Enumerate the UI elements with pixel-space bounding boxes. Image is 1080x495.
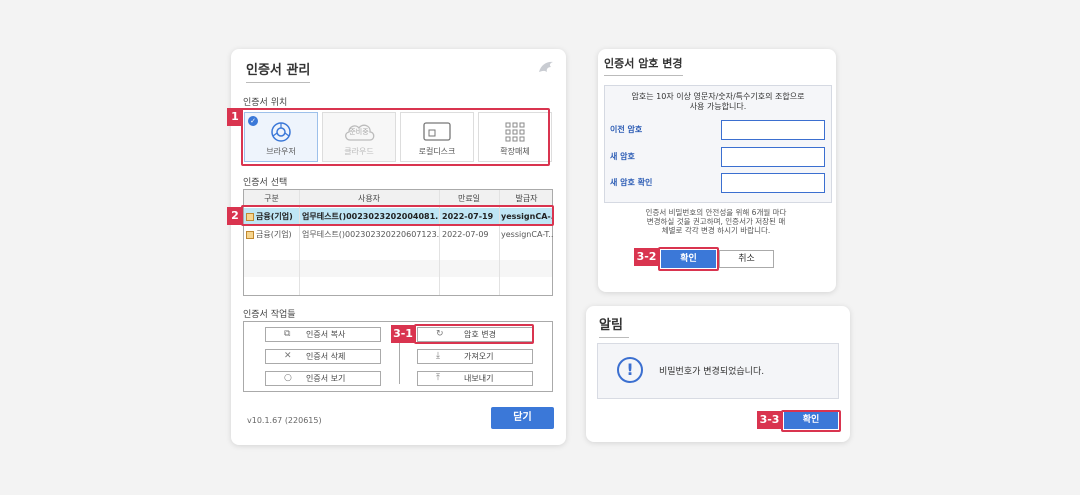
- col-type: 구분: [264, 194, 279, 203]
- download-icon: ⤓: [436, 351, 440, 361]
- highlight-box-3-2: [658, 247, 719, 271]
- col-user: 사용자: [357, 194, 381, 203]
- cert-manager-title: 인증서 관리: [246, 59, 311, 83]
- password-notice-text: 인증서 비밀번호의 안전성을 위해 6개월 마다 변경하실 것을 권고하며, 인…: [645, 208, 787, 235]
- tasks-label: 인증서 작업들: [243, 310, 296, 320]
- tasks-divider: [399, 340, 400, 384]
- upload-icon: ⤒: [436, 373, 440, 383]
- step-badge-1: 1: [227, 108, 243, 126]
- col-expiry: 만료일: [457, 194, 481, 203]
- password-rule-text: 암호는 10자 이상 영문자/숫자/특수기호의 조합으로 사용 가능합니다.: [631, 92, 805, 111]
- step-badge-3-3: 3-3: [757, 411, 782, 429]
- password-cancel-button[interactable]: 취소: [719, 250, 774, 268]
- new-password-label: 새 암호: [610, 152, 635, 161]
- row-user: 업무테스트()002302320220607123...: [302, 230, 439, 239]
- old-password-input[interactable]: [721, 120, 825, 140]
- dragon-logo-icon: [536, 58, 556, 76]
- row-expiry: 2022-07-09: [442, 230, 489, 239]
- row-type: 금융(기업): [246, 226, 299, 243]
- step-badge-3-1: 3-1: [391, 325, 415, 343]
- export-button[interactable]: ⤒ 내보내기: [417, 371, 533, 386]
- empty-row: [244, 260, 552, 277]
- new-password-input[interactable]: [721, 147, 825, 167]
- cert-icon: [246, 230, 254, 239]
- password-change-title: 인증서 암호 변경: [604, 55, 683, 76]
- close-button[interactable]: 닫기: [491, 407, 554, 429]
- info-icon: !: [617, 357, 643, 383]
- confirm-password-label: 새 암호 확인: [610, 178, 653, 187]
- highlight-box-3-1: [414, 324, 534, 344]
- col-issuer: 발급자: [515, 194, 538, 203]
- highlight-box-1: [241, 108, 550, 166]
- row-issuer: yessignCA-T...: [501, 230, 553, 239]
- copy-icon: ⧉: [284, 329, 291, 339]
- old-password-label: 이전 암호: [610, 125, 643, 134]
- version-text: v10.1.67 (220615): [247, 416, 322, 425]
- step-badge-2: 2: [227, 207, 243, 225]
- highlight-box-3-3: [781, 410, 841, 432]
- copy-cert-button[interactable]: ⧉ 인증서 복사: [265, 327, 381, 342]
- step-badge-3-2: 3-2: [634, 248, 659, 266]
- delete-icon: ✕: [284, 351, 292, 361]
- highlight-box-2: [241, 205, 554, 226]
- alert-title: 알림: [599, 314, 629, 338]
- delete-cert-button[interactable]: ✕ 인증서 삭제: [265, 349, 381, 364]
- select-label: 인증서 선택: [243, 178, 288, 188]
- table-row[interactable]: 금융(기업) 업무테스트()002302320220607123... 2022…: [244, 226, 553, 243]
- import-button[interactable]: ⤓ 가져오기: [417, 349, 533, 364]
- confirm-password-input[interactable]: [721, 173, 825, 193]
- search-icon: ○: [284, 373, 292, 383]
- location-label: 인증서 위치: [243, 98, 288, 108]
- alert-message: 비밀번호가 변경되었습니다.: [659, 367, 765, 377]
- view-cert-button[interactable]: ○ 인증서 보기: [265, 371, 381, 386]
